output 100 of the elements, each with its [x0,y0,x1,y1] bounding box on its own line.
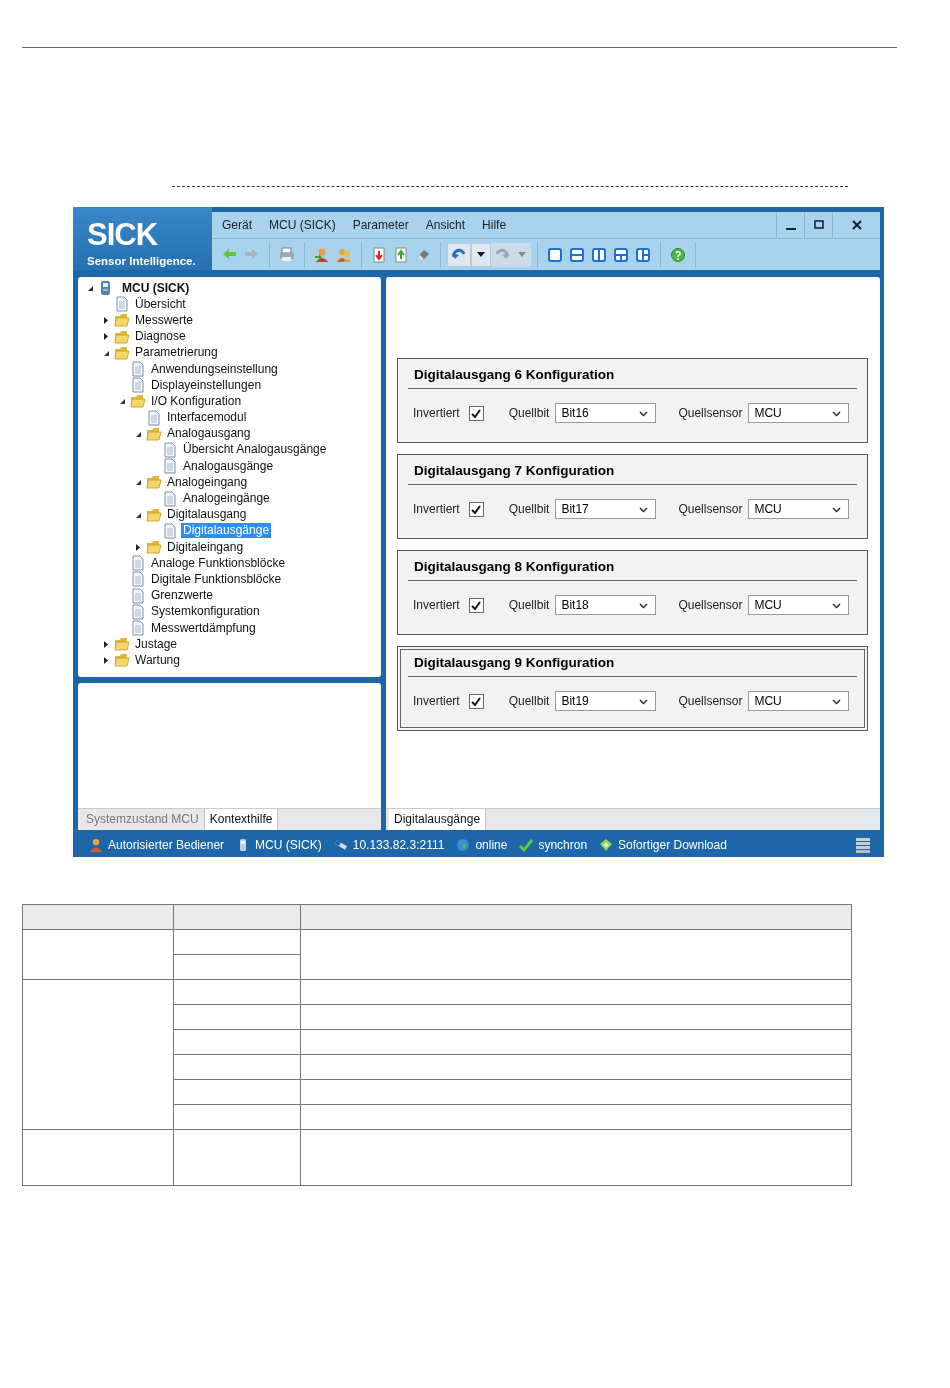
three-pane-side-icon [635,246,651,263]
tree-item[interactable]: Digitalausgang [165,507,249,523]
collapse-arrow-icon[interactable] [134,478,142,487]
page-icon [146,409,162,426]
tree-item[interactable]: Systemkonfiguration [149,604,262,620]
checkmark-icon [470,503,483,515]
document-download-icon [371,246,387,263]
status-text: online [475,838,508,852]
collapse-arrow-icon[interactable] [118,397,126,406]
tree-item[interactable]: I/O Konfiguration [149,393,244,409]
chevron-icon [639,409,649,417]
tab[interactable]: Kontexthilfe [204,809,279,830]
folder-icon [114,652,130,669]
page-icon [162,441,178,458]
tree-item[interactable]: Wartung [133,652,182,668]
users-icon [336,246,352,263]
logo-tagline: Sensor Intelligence. [87,255,197,267]
dropdown[interactable]: MCU [748,595,850,615]
field-label: Quellbit [508,406,550,420]
tree-item[interactable]: Grenzwerte [149,588,216,604]
chevron-icon [832,601,842,609]
checkbox[interactable] [468,501,484,517]
tab[interactable]: Systemzustand MCU [81,809,205,830]
checkmark-icon [519,838,534,852]
tree-item[interactable]: Analogeingang [165,474,250,490]
download-icon [599,838,614,852]
status-text: synchron [538,838,588,852]
folder-icon [114,312,130,329]
dropdown[interactable]: Bit18 [555,595,657,615]
dropdown[interactable]: Bit16 [555,403,657,423]
field-label: Quellbit [508,694,550,708]
page-icon [130,377,146,394]
expand-arrow-icon[interactable] [102,332,110,342]
tree-item[interactable]: Digitaleingang [165,539,246,555]
tree-item[interactable]: MCU (SICK) [120,280,192,296]
group-title: Digitalausgang 9 Konfiguration [408,655,857,677]
tree-item[interactable]: Displayeinstellungen [149,377,264,393]
dropdown[interactable]: Bit19 [555,691,657,711]
tree-item[interactable]: Interfacemodul [165,410,249,426]
field-label: Invertiert [413,598,460,612]
field-label: Quellsensor [678,598,743,612]
page-icon [114,296,130,313]
toolbar-button[interactable] [471,242,491,267]
expand-arrow-icon[interactable] [102,639,110,649]
menu-item[interactable]: Parameter [352,218,409,232]
chevron-icon [832,505,842,513]
field-label: Quellsensor [678,694,743,708]
menu-item[interactable]: MCU (SICK) [269,218,336,232]
split-vertical-icon [591,246,607,263]
page-icon [162,490,178,507]
folder-icon [130,393,146,410]
page-icon [130,587,146,604]
tree-item[interactable]: Digitale Funktionsblöcke [149,571,284,587]
minimize-icon [785,228,796,230]
expand-arrow-icon[interactable] [134,542,142,552]
tree-item[interactable]: Analogausgang [165,426,253,442]
chevron-icon [832,697,842,705]
collapse-arrow-icon[interactable] [86,284,94,293]
tree-item[interactable]: Justage [133,636,180,652]
status-text: MCU (SICK) [255,838,322,852]
cable-icon [333,838,348,852]
menu-item[interactable]: Gerät [222,218,252,232]
page-icon [162,522,178,539]
menu-item[interactable]: Hilfe [482,218,507,232]
tree-item[interactable]: Analogausgänge [181,458,276,474]
checkmark-icon [470,407,483,419]
tree-item[interactable]: Analoge Funktionsblöcke [149,555,288,571]
tree-item[interactable]: Übersicht [133,296,188,312]
expand-arrow-icon[interactable] [102,315,110,325]
tree-item[interactable]: Anwendungseinstellung [149,361,280,377]
checkbox[interactable] [468,405,484,421]
dropdown[interactable]: MCU [748,499,850,519]
user-icon [314,246,330,263]
split-horizontal-icon [569,246,585,263]
field-label: Quellsensor [678,406,743,420]
folder-icon [146,474,162,491]
field-label: Quellbit [508,502,550,516]
menu-item[interactable]: Ansicht [425,218,466,232]
status-text: 10.133.82.3:2111 [352,838,445,852]
folder-icon [114,328,130,345]
field-label: Quellsensor [678,502,743,516]
field-label: Invertiert [413,694,460,708]
tab[interactable]: Digitalausgänge [389,809,487,830]
field-label: Invertiert [413,406,460,420]
field-label: Quellbit [508,598,550,612]
tree-item[interactable]: Messwerte [133,312,195,328]
tree-item[interactable]: Analogeingänge [181,491,272,507]
expand-arrow-icon[interactable] [102,655,110,665]
help-icon [670,246,686,263]
dropdown[interactable]: MCU [748,691,850,711]
tree-item[interactable]: Diagnose [133,329,188,345]
tree-item[interactable]: Übersicht Analogausgänge [181,442,329,458]
tree-item[interactable]: Parametrierung [133,345,220,361]
group-title: Digitalausgang 8 Konfiguration [408,559,857,581]
dropdown[interactable]: Bit17 [555,499,657,519]
dropdown[interactable]: MCU [748,403,850,423]
checkbox[interactable] [468,597,484,613]
checkbox[interactable] [468,693,484,709]
folder-icon [114,344,130,361]
tree-item[interactable]: Messwertdämpfung [149,620,258,636]
